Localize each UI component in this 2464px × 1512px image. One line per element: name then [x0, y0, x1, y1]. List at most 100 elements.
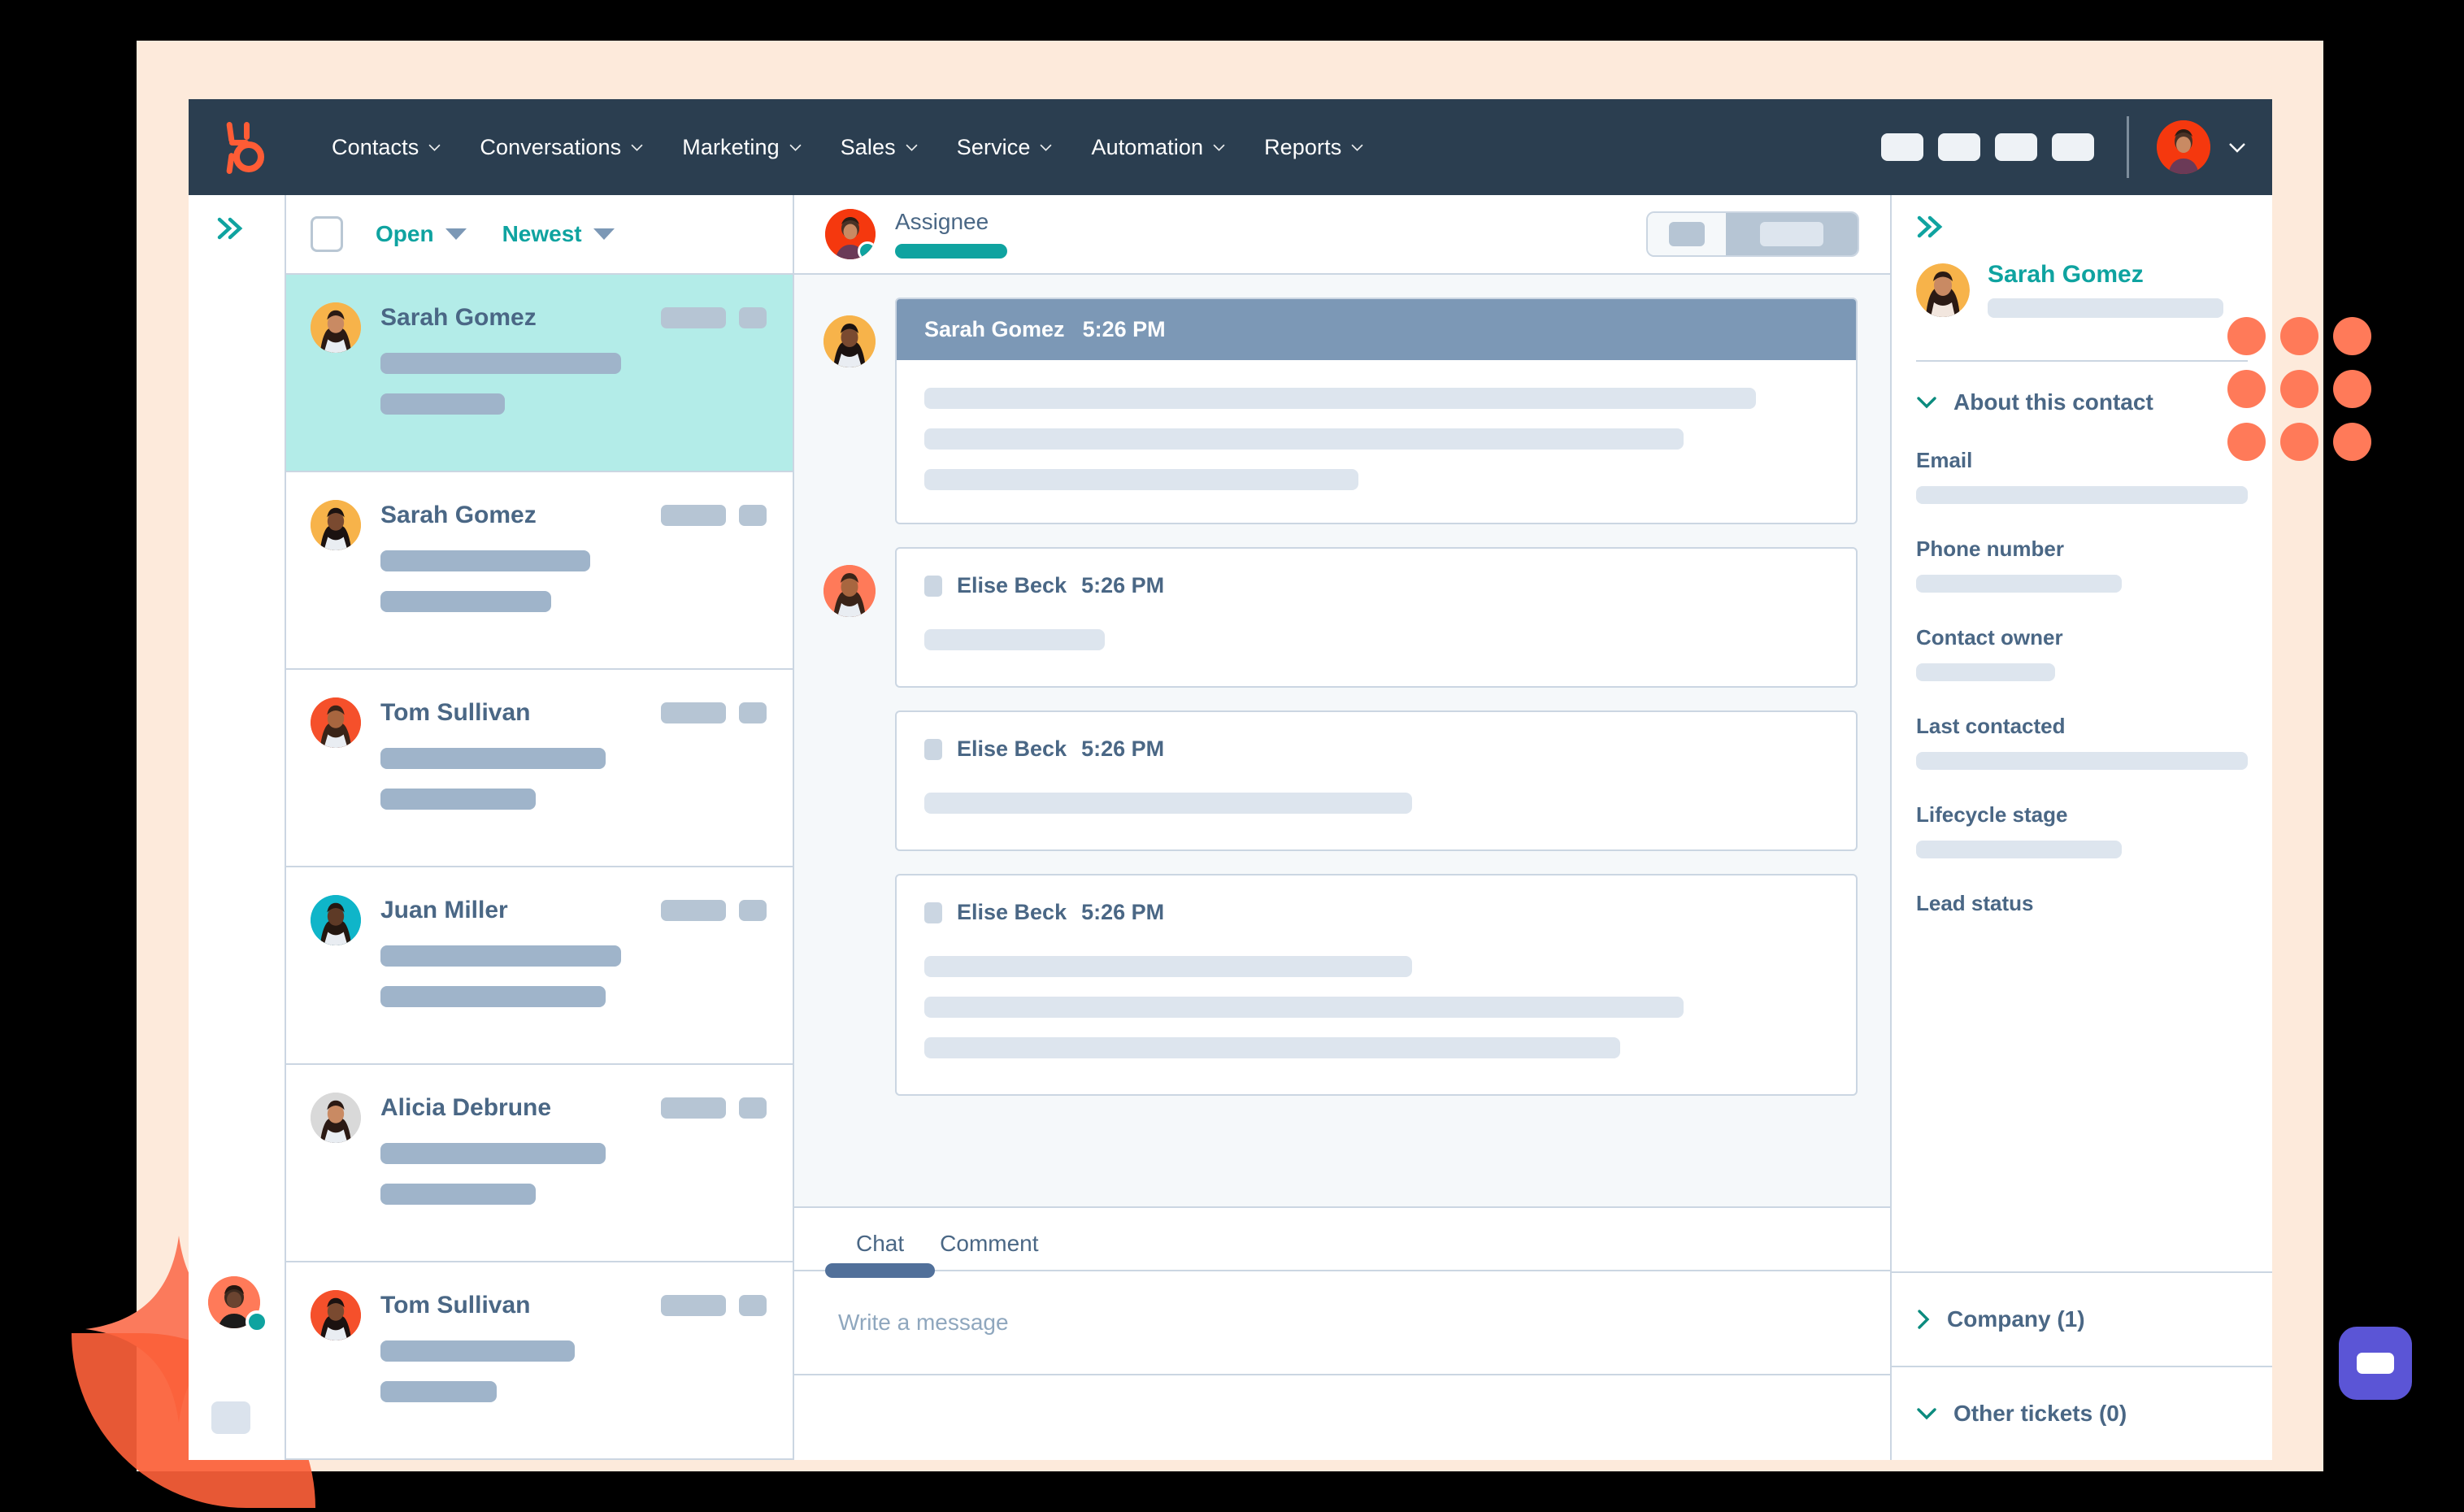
nav-item-label: Marketing	[682, 134, 780, 159]
message-body-line	[924, 956, 1413, 977]
chat-widget-button[interactable]	[2339, 1327, 2412, 1400]
tab-chat[interactable]: Chat	[824, 1231, 936, 1278]
tab-comment[interactable]: Comment	[922, 1231, 1056, 1270]
status-filter-dropdown[interactable]: Open	[376, 221, 467, 247]
rail-chip[interactable]	[211, 1401, 250, 1434]
message-body-line	[924, 997, 1684, 1018]
assignee-value-placeholder	[895, 243, 1007, 259]
orange-dot	[2280, 317, 2318, 355]
message-header: Elise Beck 5:26 PM	[897, 712, 1856, 762]
contact-field-label: Lifecycle stage	[1916, 802, 2068, 827]
nav-action-chip-2[interactable]	[1938, 133, 1980, 161]
company-section-header[interactable]: Company (1)	[1892, 1271, 2272, 1366]
contact-field[interactable]: Email	[1916, 448, 2248, 504]
contact-avatar[interactable]	[1916, 263, 1970, 317]
contact-field-value	[1916, 752, 2248, 770]
contact-field-value	[1916, 841, 2122, 858]
count-badge	[739, 702, 767, 723]
nav-action-chip-3[interactable]	[1995, 133, 2037, 161]
double-chevron-right-icon[interactable]	[216, 216, 244, 241]
message-body-line	[924, 388, 1757, 409]
divider	[1916, 360, 2248, 362]
select-all-checkbox[interactable]	[311, 216, 343, 252]
avatar-portrait	[311, 1093, 361, 1143]
nav-action-chip-1[interactable]	[1881, 133, 1923, 161]
nav-item-marketing[interactable]: Marketing	[663, 127, 820, 168]
assignee-label: Assignee	[895, 209, 989, 235]
nav-item-service[interactable]: Service	[937, 127, 1072, 168]
conversation-list-item[interactable]: Juan Miller	[286, 867, 793, 1065]
chevron-down-icon	[789, 144, 802, 151]
orange-dot	[2227, 423, 2266, 461]
contact-field[interactable]: Lead status	[1916, 891, 2248, 916]
double-chevron-right-icon[interactable]	[1916, 215, 1944, 239]
contact-field[interactable]: Lifecycle stage	[1916, 802, 2248, 858]
contact-avatar	[311, 1093, 361, 1143]
message-input-placeholder: Write a message	[838, 1310, 1009, 1335]
chevron-down-icon	[1917, 397, 1936, 409]
nav-item-automation[interactable]: Automation	[1071, 127, 1245, 168]
chevron-down-icon	[445, 228, 467, 240]
user-avatar[interactable]	[2157, 120, 2210, 174]
message-author: Elise Beck	[957, 573, 1067, 597]
view-toggle-right[interactable]	[1726, 213, 1858, 255]
contact-field-label: Last contacted	[1916, 714, 2066, 738]
nav-item-conversations[interactable]: Conversations	[460, 127, 663, 168]
nav-action-chip-4[interactable]	[2052, 133, 2094, 161]
contact-field[interactable]: Last contacted	[1916, 714, 2248, 770]
nav-item-reports[interactable]: Reports	[1245, 127, 1383, 168]
view-toggle-left[interactable]	[1648, 213, 1726, 255]
message-author: Elise Beck	[957, 900, 1067, 924]
assignee-avatar[interactable]	[825, 209, 876, 259]
conversation-list-item[interactable]: Sarah Gomez	[286, 275, 793, 472]
message-input[interactable]: Write a message	[794, 1271, 1890, 1375]
nav-item-label: Contacts	[332, 134, 419, 159]
message-time: 5:26 PM	[1081, 573, 1165, 597]
view-toggle[interactable]	[1646, 211, 1859, 257]
message-body-line	[924, 1037, 1621, 1058]
conversation-list-item[interactable]: Alicia Debrune	[286, 1065, 793, 1262]
contact-field[interactable]: Contact owner	[1916, 625, 2248, 681]
message-author: Elise Beck	[957, 736, 1067, 761]
message-body-line	[924, 469, 1358, 490]
avatar-portrait	[311, 302, 361, 353]
other-tickets-section-header[interactable]: Other tickets (0)	[1892, 1366, 2272, 1460]
conversation-list-item[interactable]: Tom Sullivan	[286, 1262, 793, 1460]
preview-line	[380, 550, 590, 571]
nav-item-contacts[interactable]: Contacts	[312, 127, 460, 168]
contact-field[interactable]: Phone number	[1916, 537, 2248, 593]
nav-item-label: Conversations	[480, 134, 622, 159]
chevron-down-icon	[906, 144, 918, 151]
app-body: Open Newest Sarah Gomez Sarah Gomez Tom …	[189, 195, 2272, 1460]
conversation-list-toolbar: Open Newest	[286, 195, 793, 275]
sort-filter-dropdown[interactable]: Newest	[502, 221, 615, 247]
preview-line	[380, 986, 606, 1007]
preview-line	[380, 748, 606, 769]
conversation-list-item[interactable]: Sarah Gomez	[286, 472, 793, 670]
nav-divider	[2127, 116, 2129, 178]
about-contact-section-header[interactable]: About this contact	[1892, 362, 2272, 415]
online-status-dot	[858, 241, 876, 259]
count-badge	[739, 900, 767, 921]
contact-field-value	[1916, 486, 2248, 504]
conversation-list-item[interactable]: Tom Sullivan	[286, 670, 793, 867]
message-body	[897, 598, 1856, 686]
hubspot-sprocket-logo[interactable]	[219, 120, 270, 174]
nav-item-label: Service	[956, 134, 1031, 159]
nav-item-label: Sales	[840, 134, 896, 159]
timestamp-badge	[661, 307, 726, 328]
top-navigation-bar: Contacts Conversations Marketing Sales S…	[189, 99, 2272, 195]
chevron-down-icon[interactable]	[2228, 142, 2246, 153]
message-body	[897, 360, 1856, 523]
composer-footer-toolbar	[794, 1375, 1890, 1460]
orange-dot	[2280, 370, 2318, 408]
orange-dot-grid	[2227, 317, 2386, 476]
avatar-spacer	[824, 728, 876, 780]
contact-name: Sarah Gomez	[1988, 261, 2144, 288]
count-badge	[739, 1295, 767, 1316]
chevron-down-icon	[1917, 1408, 1936, 1420]
nav-item-sales[interactable]: Sales	[821, 127, 937, 168]
message-row: Elise Beck 5:26 PM	[824, 710, 1858, 851]
screenshot-stage: Contacts Conversations Marketing Sales S…	[0, 0, 2464, 1512]
preview-line	[380, 789, 536, 810]
